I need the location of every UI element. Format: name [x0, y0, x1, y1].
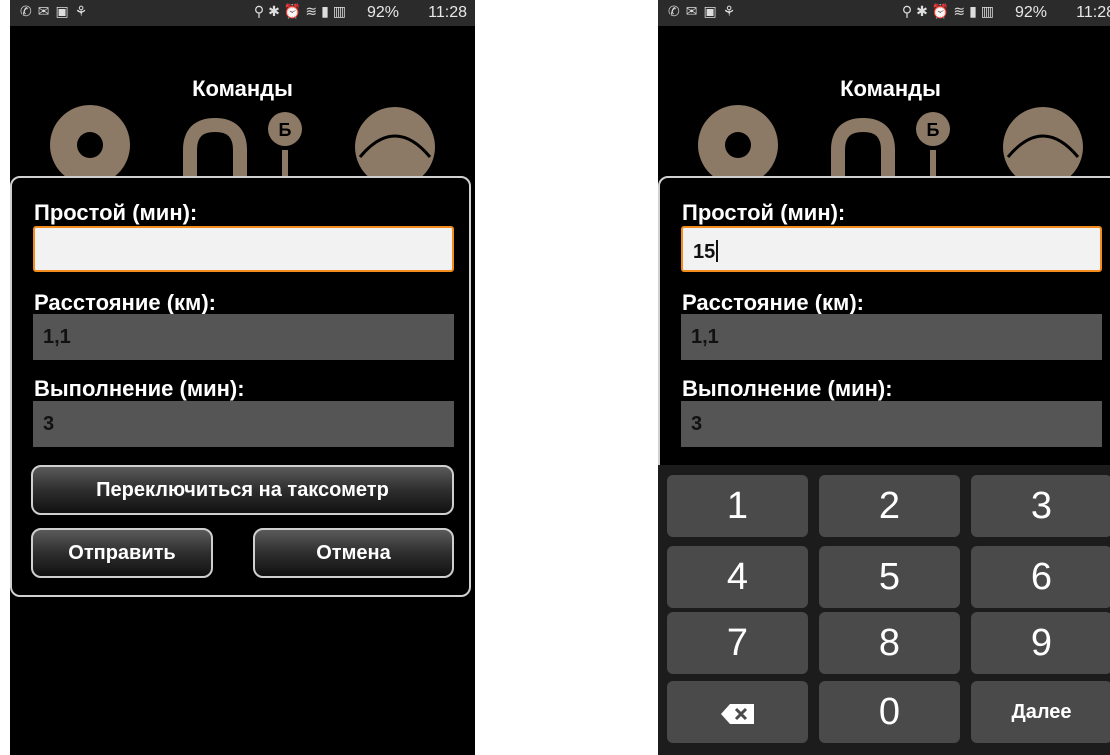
trip-params-dialog: Простой (мин): Расстояние (км): 1,1 Выпо… — [10, 176, 471, 597]
notification-icons: ✆✉▣⚘ — [20, 4, 94, 20]
cancel-button[interactable]: Отмена — [253, 528, 454, 578]
execution-label: Выполнение (мин): — [682, 376, 893, 401]
phone-screen-right: ✆✉▣⚘ ⚲✱⏰≋▮▥ 92% 11:28 Команды Б Простой … — [658, 0, 1110, 755]
b-marker-icon: Б — [268, 112, 302, 185]
person-icon — [1003, 107, 1083, 185]
key-7[interactable]: 7 — [667, 612, 808, 674]
clock: 11:28 — [428, 4, 467, 21]
distance-label: Расстояние (км): — [682, 290, 864, 315]
switch-to-taximeter-button[interactable]: Переключиться на таксометр — [31, 465, 454, 515]
distance-field: 1,1 — [33, 314, 454, 360]
key-5[interactable]: 5 — [819, 546, 960, 608]
key-3[interactable]: 3 — [971, 475, 1110, 537]
key-2[interactable]: 2 — [819, 475, 960, 537]
distance-label: Расстояние (км): — [34, 290, 216, 315]
status-bar: ✆✉▣⚘ ⚲✱⏰≋▮▥ 92% 11:28 — [658, 0, 1110, 26]
numeric-keyboard: 1 2 3 4 5 6 7 8 9 0 Далее — [658, 465, 1110, 755]
next-key[interactable]: Далее — [971, 681, 1110, 743]
execution-field: 3 — [681, 401, 1102, 447]
key-1[interactable]: 1 — [667, 475, 808, 537]
b-marker-icon: Б — [916, 112, 950, 185]
status-bar: ✆✉▣⚘ ⚲✱⏰≋▮▥ 92% 11:28 — [10, 0, 475, 26]
key-9[interactable]: 9 — [971, 612, 1110, 674]
page-title: Команды — [840, 76, 941, 101]
backspace-icon — [720, 703, 754, 724]
battery-level: 92% — [366, 4, 399, 21]
key-6[interactable]: 6 — [971, 546, 1110, 608]
key-8[interactable]: 8 — [819, 612, 960, 674]
downtime-value: 15 — [693, 241, 716, 263]
key-4[interactable]: 4 — [667, 546, 808, 608]
downtime-label: Простой (мин): — [682, 200, 846, 225]
distance-field: 1,1 — [681, 314, 1102, 360]
system-icons: ⚲✱⏰≋▮▥ — [901, 4, 998, 20]
key-0[interactable]: 0 — [819, 681, 960, 743]
svg-text:Б: Б — [279, 120, 292, 140]
svg-text:Б: Б — [927, 120, 940, 140]
background-command-icons: Б — [698, 105, 1083, 185]
send-button[interactable]: Отправить — [31, 528, 213, 578]
notification-icons: ✆✉▣⚘ — [668, 4, 742, 20]
system-icons: ⚲✱⏰≋▮▥ — [253, 4, 350, 20]
execution-label: Выполнение (мин): — [34, 376, 245, 401]
phone-screen-left: ✆✉▣⚘ ⚲✱⏰≋▮▥ 92% 11:28 Команды Б Простой … — [10, 0, 475, 755]
clock: 11:28 — [1076, 4, 1110, 21]
battery-level: 92% — [1014, 4, 1047, 21]
text-caret — [716, 240, 719, 262]
person-icon — [355, 107, 435, 185]
downtime-input[interactable] — [33, 226, 454, 272]
location-pin-icon — [698, 105, 778, 185]
background-command-icons: Б — [50, 105, 435, 185]
location-pin-icon — [50, 105, 130, 185]
backspace-key[interactable] — [667, 681, 808, 743]
page-title: Команды — [192, 76, 293, 101]
downtime-input[interactable]: 15 — [681, 226, 1102, 272]
downtime-label: Простой (мин): — [34, 200, 198, 225]
execution-field: 3 — [33, 401, 454, 447]
